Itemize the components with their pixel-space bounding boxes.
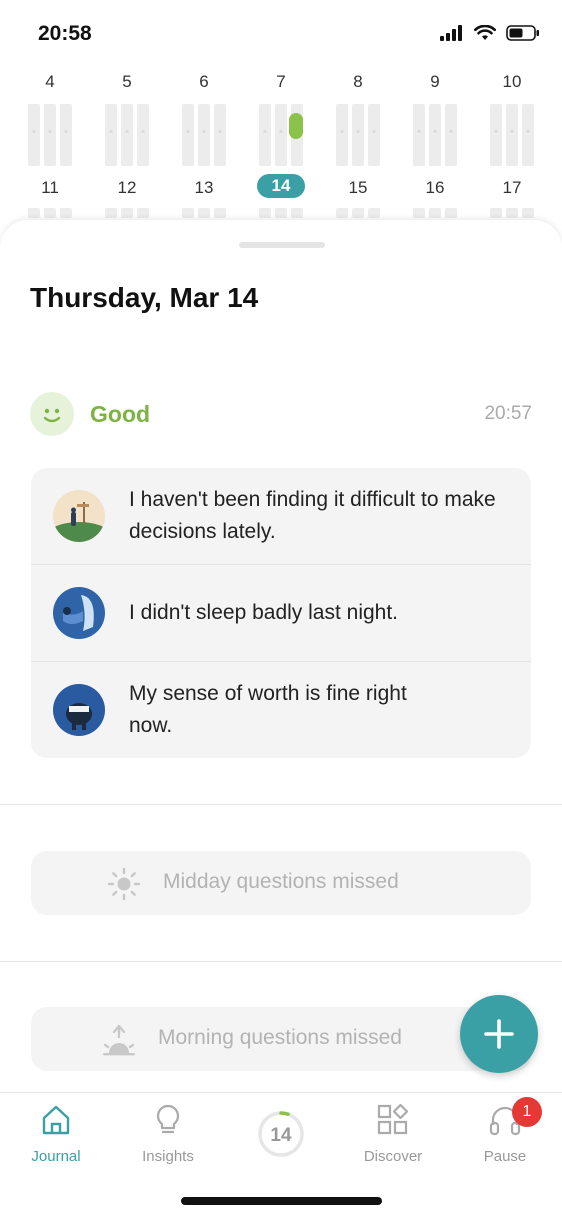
day-chart <box>28 208 72 218</box>
calendar-day-9[interactable]: 9 <box>405 72 465 92</box>
calendar-day-6[interactable]: 6 <box>174 72 234 92</box>
status-bar: 20:58 <box>0 0 562 70</box>
day-chart <box>182 208 226 218</box>
tab-today-day: 14 <box>270 1125 292 1146</box>
morning-missed-label: Morning questions missed <box>158 1026 402 1049</box>
decision-illustration-icon <box>53 490 105 542</box>
day-chart <box>28 104 72 166</box>
status-time: 20:58 <box>38 22 92 45</box>
status-icons <box>440 25 540 41</box>
notification-badge: 1 <box>512 1097 542 1127</box>
calendar-day-15[interactable]: 15 <box>328 178 388 198</box>
day-chart <box>259 208 303 218</box>
discover-grid-icon <box>377 1103 409 1135</box>
sheet-drag-handle[interactable] <box>239 242 325 248</box>
sun-icon <box>107 867 141 901</box>
sleep-illustration-icon <box>53 587 105 639</box>
mood-timestamp: 20:57 <box>484 403 532 424</box>
calendar-day-8[interactable]: 8 <box>328 72 388 92</box>
day-chart <box>336 208 380 218</box>
plus-icon <box>484 1019 514 1049</box>
tab-pause[interactable]: Pause <box>450 1103 560 1165</box>
tab-insights[interactable]: Insights <box>113 1103 223 1165</box>
day-chart <box>182 104 226 166</box>
calendar-day-11[interactable]: 11 <box>20 178 80 198</box>
home-indicator <box>181 1197 382 1205</box>
home-icon <box>42 1105 70 1135</box>
morning-missed-row[interactable]: Morning questions missed <box>31 1007 531 1071</box>
list-item[interactable]: I haven't been finding it difficult to m… <box>31 468 531 564</box>
calendar-day-selected[interactable]: 14 <box>257 174 305 198</box>
signal-icon <box>440 25 462 41</box>
self-worth-illustration-icon <box>53 684 105 736</box>
add-entry-button[interactable] <box>460 995 538 1073</box>
day-chart <box>490 208 534 218</box>
answer-text: My sense of worth is fine right now. <box>129 682 407 737</box>
calendar-day-13[interactable]: 13 <box>174 178 234 198</box>
sunrise-icon <box>103 1024 135 1056</box>
calendar-day-16[interactable]: 16 <box>405 178 465 198</box>
tab-journal[interactable]: Journal <box>1 1103 111 1165</box>
calendar-day-12[interactable]: 12 <box>97 178 157 198</box>
calendar-day-7[interactable]: 7 <box>251 72 311 92</box>
section-divider <box>0 804 562 805</box>
calendar-day-5[interactable]: 5 <box>97 72 157 92</box>
tab-today[interactable]: 14 <box>226 1109 336 1164</box>
answer-text: I haven't been finding it difficult to m… <box>129 488 496 543</box>
list-item[interactable]: I didn't sleep badly last night. <box>31 565 531 661</box>
day-chart <box>336 104 380 166</box>
section-divider <box>0 961 562 962</box>
tab-label: Journal <box>31 1148 81 1165</box>
smiley-icon <box>30 392 74 436</box>
day-chart <box>490 104 534 166</box>
lightbulb-icon <box>156 1104 180 1134</box>
wifi-icon <box>474 25 496 40</box>
mood-label: Good <box>90 401 151 427</box>
tab-discover[interactable]: Discover <box>338 1103 448 1165</box>
list-item[interactable]: My sense of worth is fine right now. <box>31 662 531 758</box>
day-chart <box>413 104 457 166</box>
calendar-day-10[interactable]: 10 <box>482 72 542 92</box>
mood-marker-good <box>289 113 303 139</box>
page-title: Thursday, Mar 14 <box>30 282 259 313</box>
today-progress-icon: 14 <box>258 1111 304 1157</box>
answers-card: I haven't been finding it difficult to m… <box>31 468 531 758</box>
calendar-day-17[interactable]: 17 <box>482 178 542 198</box>
day-chart <box>413 208 457 218</box>
mood-entry[interactable]: Good 20:57 <box>30 392 532 436</box>
calendar-day-4[interactable]: 4 <box>20 72 80 92</box>
tab-label: Pause <box>483 1148 527 1165</box>
tab-label: Discover <box>363 1148 423 1165</box>
tab-label: Insights <box>142 1148 194 1165</box>
midday-missed-label: Midday questions missed <box>163 870 399 893</box>
answer-text: I didn't sleep badly last night. <box>129 601 399 624</box>
midday-missed-row[interactable]: Midday questions missed <box>31 851 531 915</box>
day-chart <box>105 208 149 218</box>
day-chart <box>105 104 149 166</box>
battery-icon <box>506 25 539 41</box>
